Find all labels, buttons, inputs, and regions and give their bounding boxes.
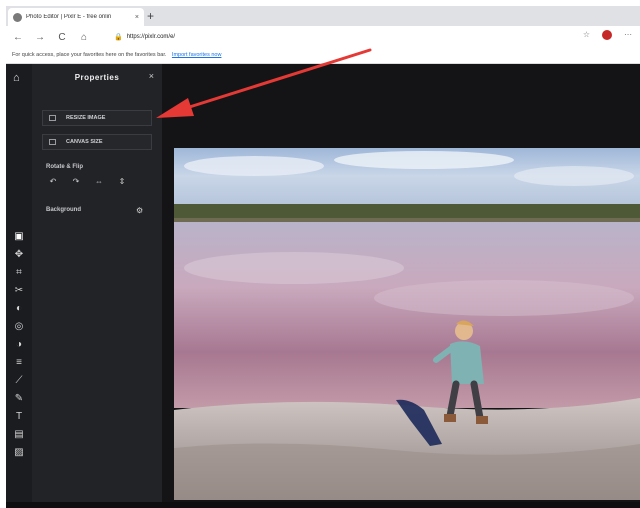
url-text: https://pixlr.com/e/ (126, 34, 176, 40)
status-strip (6, 502, 640, 508)
flip-horizontal-icon[interactable]: ⇔ (92, 176, 106, 188)
resize-image-button[interactable]: RESIZE IMAGE (42, 110, 152, 126)
background-label: Background (46, 207, 82, 213)
url-field[interactable]: 🔒 https://pixlr.com/e/ (114, 30, 576, 44)
more-menu-icon[interactable]: ⋯ (624, 30, 632, 40)
favorite-star-icon[interactable]: ☆ (583, 30, 590, 40)
rotate-flip-label: Rotate & Flip (46, 164, 83, 170)
pink-lake (174, 222, 640, 408)
cutout-icon[interactable]: ✂ (12, 284, 26, 298)
tab-title: Photo Editor | Pixlr E - free onlin (26, 14, 112, 20)
extension-icon[interactable] (602, 30, 612, 40)
cloud (514, 166, 634, 186)
rotate-left-icon[interactable]: ↶ (46, 176, 60, 188)
rotate-flip-controls: ↶ ↷ ⇔ ⇕ (46, 176, 129, 188)
salt-ground (174, 443, 640, 500)
favorites-hint: For quick access, place your favorites h… (12, 52, 167, 58)
cloud-reflection (184, 252, 404, 284)
browser-tab[interactable]: Photo Editor | Pixlr E - free onlin × (8, 8, 144, 26)
treeline (174, 204, 640, 218)
flip-vertical-icon[interactable]: ⇕ (115, 176, 129, 188)
tab-close-icon[interactable]: × (135, 14, 139, 21)
forward-button[interactable]: → (34, 32, 46, 43)
favorites-bar: For quick access, place your favorites h… (6, 48, 640, 64)
home-button[interactable]: ⌂ (78, 32, 90, 43)
filter-icon[interactable]: ◎ (12, 320, 26, 334)
address-bar-actions: ☆ ⋯ (583, 30, 632, 40)
new-tab-button[interactable]: + (147, 9, 154, 23)
favicon-icon (13, 12, 22, 22)
cloud (334, 151, 514, 169)
canvas-size-icon (49, 139, 56, 145)
resize-image-label: RESIZE IMAGE (66, 115, 106, 121)
text-icon[interactable]: T (12, 410, 26, 424)
home-icon[interactable]: ⌂ (13, 72, 20, 84)
crop-icon[interactable]: ⌗ (12, 266, 26, 280)
back-button[interactable]: ← (12, 32, 24, 43)
treeline-reflection (174, 218, 640, 222)
browser-tab-bar: Photo Editor | Pixlr E - free onlin × + (6, 6, 640, 26)
panel-close-icon[interactable]: × (149, 71, 154, 81)
canvas-area[interactable] (162, 64, 640, 508)
lock-icon: 🔒 (114, 34, 123, 41)
import-favorites-link[interactable]: Import favorites now (172, 52, 222, 58)
panel-title: Properties (74, 72, 120, 82)
image-icon[interactable]: ▨ (12, 446, 26, 460)
photo-canvas[interactable] (174, 148, 640, 500)
cloud-reflection (374, 280, 634, 316)
cloud (184, 156, 324, 176)
liquify-icon[interactable]: ≡ (12, 356, 26, 370)
resize-icon (49, 115, 56, 121)
heal-icon[interactable]: ⟋ (12, 374, 26, 388)
rotate-right-icon[interactable]: ↷ (69, 176, 83, 188)
arrange-icon[interactable]: ▣ (12, 230, 26, 244)
adjust-icon[interactable]: ◐ (12, 302, 26, 316)
move-icon[interactable]: ✥ (12, 248, 26, 262)
background-settings-icon[interactable]: ⚙ (136, 206, 143, 215)
tool-strip: ⌂ ▣ ✥ ⌗ ✂ ◐ ◎ ◑ ≡ ⟋ ✎ T ▤ ▨ (6, 64, 32, 508)
refresh-button[interactable]: C (56, 32, 68, 43)
properties-panel: Properties × RESIZE IMAGE CANVAS SIZE Ro… (32, 64, 162, 508)
draw-icon[interactable]: ✎ (12, 392, 26, 406)
address-bar-row: ← → C ⌂ 🔒 https://pixlr.com/e/ ☆ ⋯ (6, 26, 640, 48)
element-icon[interactable]: ▤ (12, 428, 26, 442)
effect-icon[interactable]: ◑ (12, 338, 26, 352)
editor-app: ⌂ ▣ ✥ ⌗ ✂ ◐ ◎ ◑ ≡ ⟋ ✎ T ▤ ▨ Properties ×… (6, 64, 640, 508)
canvas-size-label: CANVAS SIZE (66, 139, 103, 145)
canvas-size-button[interactable]: CANVAS SIZE (42, 134, 152, 150)
